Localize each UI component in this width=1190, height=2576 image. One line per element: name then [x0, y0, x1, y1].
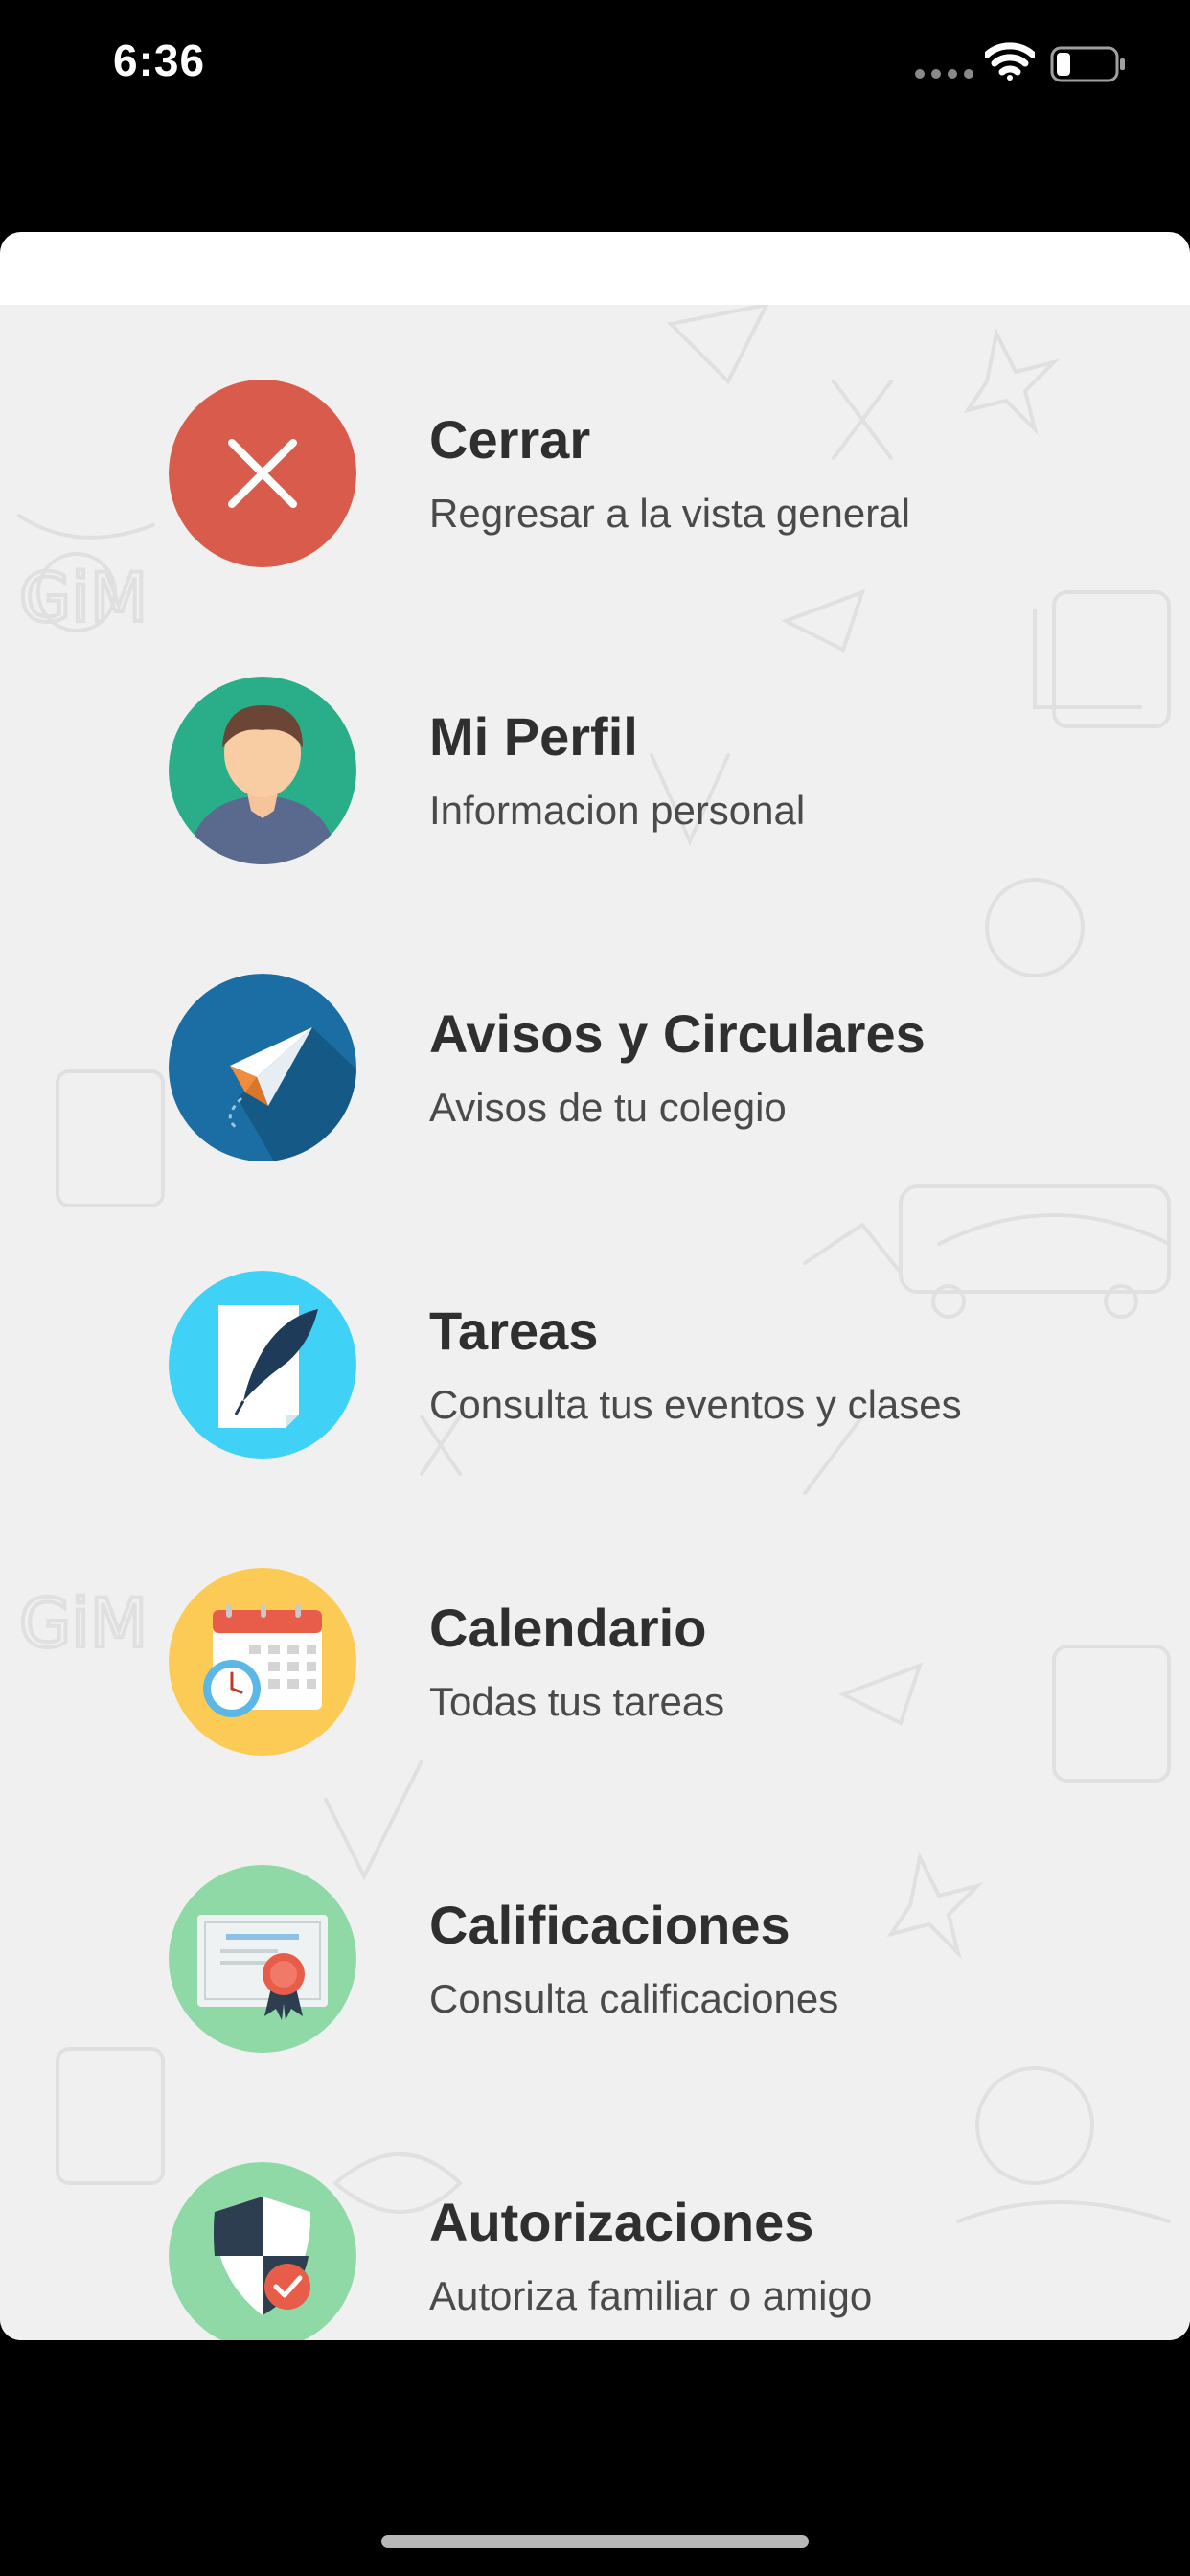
menu-content: GiM GiM Cerrar Regresar a la vista gener… [0, 305, 1190, 2340]
status-bar: 6:36 [0, 0, 1190, 134]
menu-item-cerrar[interactable]: Cerrar Regresar a la vista general [0, 380, 1190, 667]
menu-sheet: GiM GiM Cerrar Regresar a la vista gener… [0, 232, 1190, 2340]
certificate-icon [169, 1865, 356, 2053]
menu-item-title: Calendario [429, 1598, 707, 1658]
home-indicator[interactable] [381, 2535, 809, 2548]
menu-item-title: Avisos y Circulares [429, 1003, 926, 1064]
menu-item-subtitle: Regresar a la vista general [429, 491, 910, 536]
menu-item-subtitle: Todas tus tareas [429, 1679, 725, 1724]
menu-item-title: Tareas [429, 1300, 599, 1361]
profile-icon [169, 677, 356, 864]
menu-item-title: Calificaciones [429, 1895, 790, 1955]
menu-item-title: Autorizaciones [429, 2192, 814, 2252]
wifi-icon [985, 42, 1035, 80]
battery-icon [1050, 46, 1125, 82]
menu-item-tareas[interactable]: Tareas Consulta tus eventos y clases [0, 1271, 1190, 1558]
menu-item-title: Mi Perfil [429, 706, 638, 767]
close-icon [169, 380, 356, 567]
menu-item-calendario[interactable]: Calendario Todas tus tareas [0, 1568, 1190, 1855]
menu-item-subtitle: Informacion personal [429, 788, 806, 833]
menu-item-subtitle: Consulta calificaciones [429, 1976, 839, 2021]
menu-item-subtitle: Autoriza familiar o amigo [429, 2273, 873, 2318]
menu-item-autorizaciones[interactable]: Autorizaciones Autoriza familiar o amigo [0, 2162, 1190, 2340]
menu-item-subtitle: Avisos de tu colegio [429, 1085, 787, 1130]
menu-item-subtitle: Consulta tus eventos y clases [429, 1382, 962, 1427]
paper-plane-icon [169, 974, 356, 1162]
menu-item-title: Cerrar [429, 409, 591, 470]
menu-item-mi-perfil[interactable]: Mi Perfil Informacion personal [0, 677, 1190, 964]
document-feather-icon [169, 1271, 356, 1459]
menu-item-calificaciones[interactable]: Calificaciones Consulta calificaciones [0, 1865, 1190, 2152]
calendar-icon [169, 1568, 356, 1756]
status-time: 6:36 [113, 35, 206, 85]
menu-item-avisos-y-circulares[interactable]: Avisos y Circulares Avisos de tu colegio [0, 974, 1190, 1261]
shield-check-icon [169, 2162, 356, 2340]
cellular-signal-icon [915, 69, 973, 79]
